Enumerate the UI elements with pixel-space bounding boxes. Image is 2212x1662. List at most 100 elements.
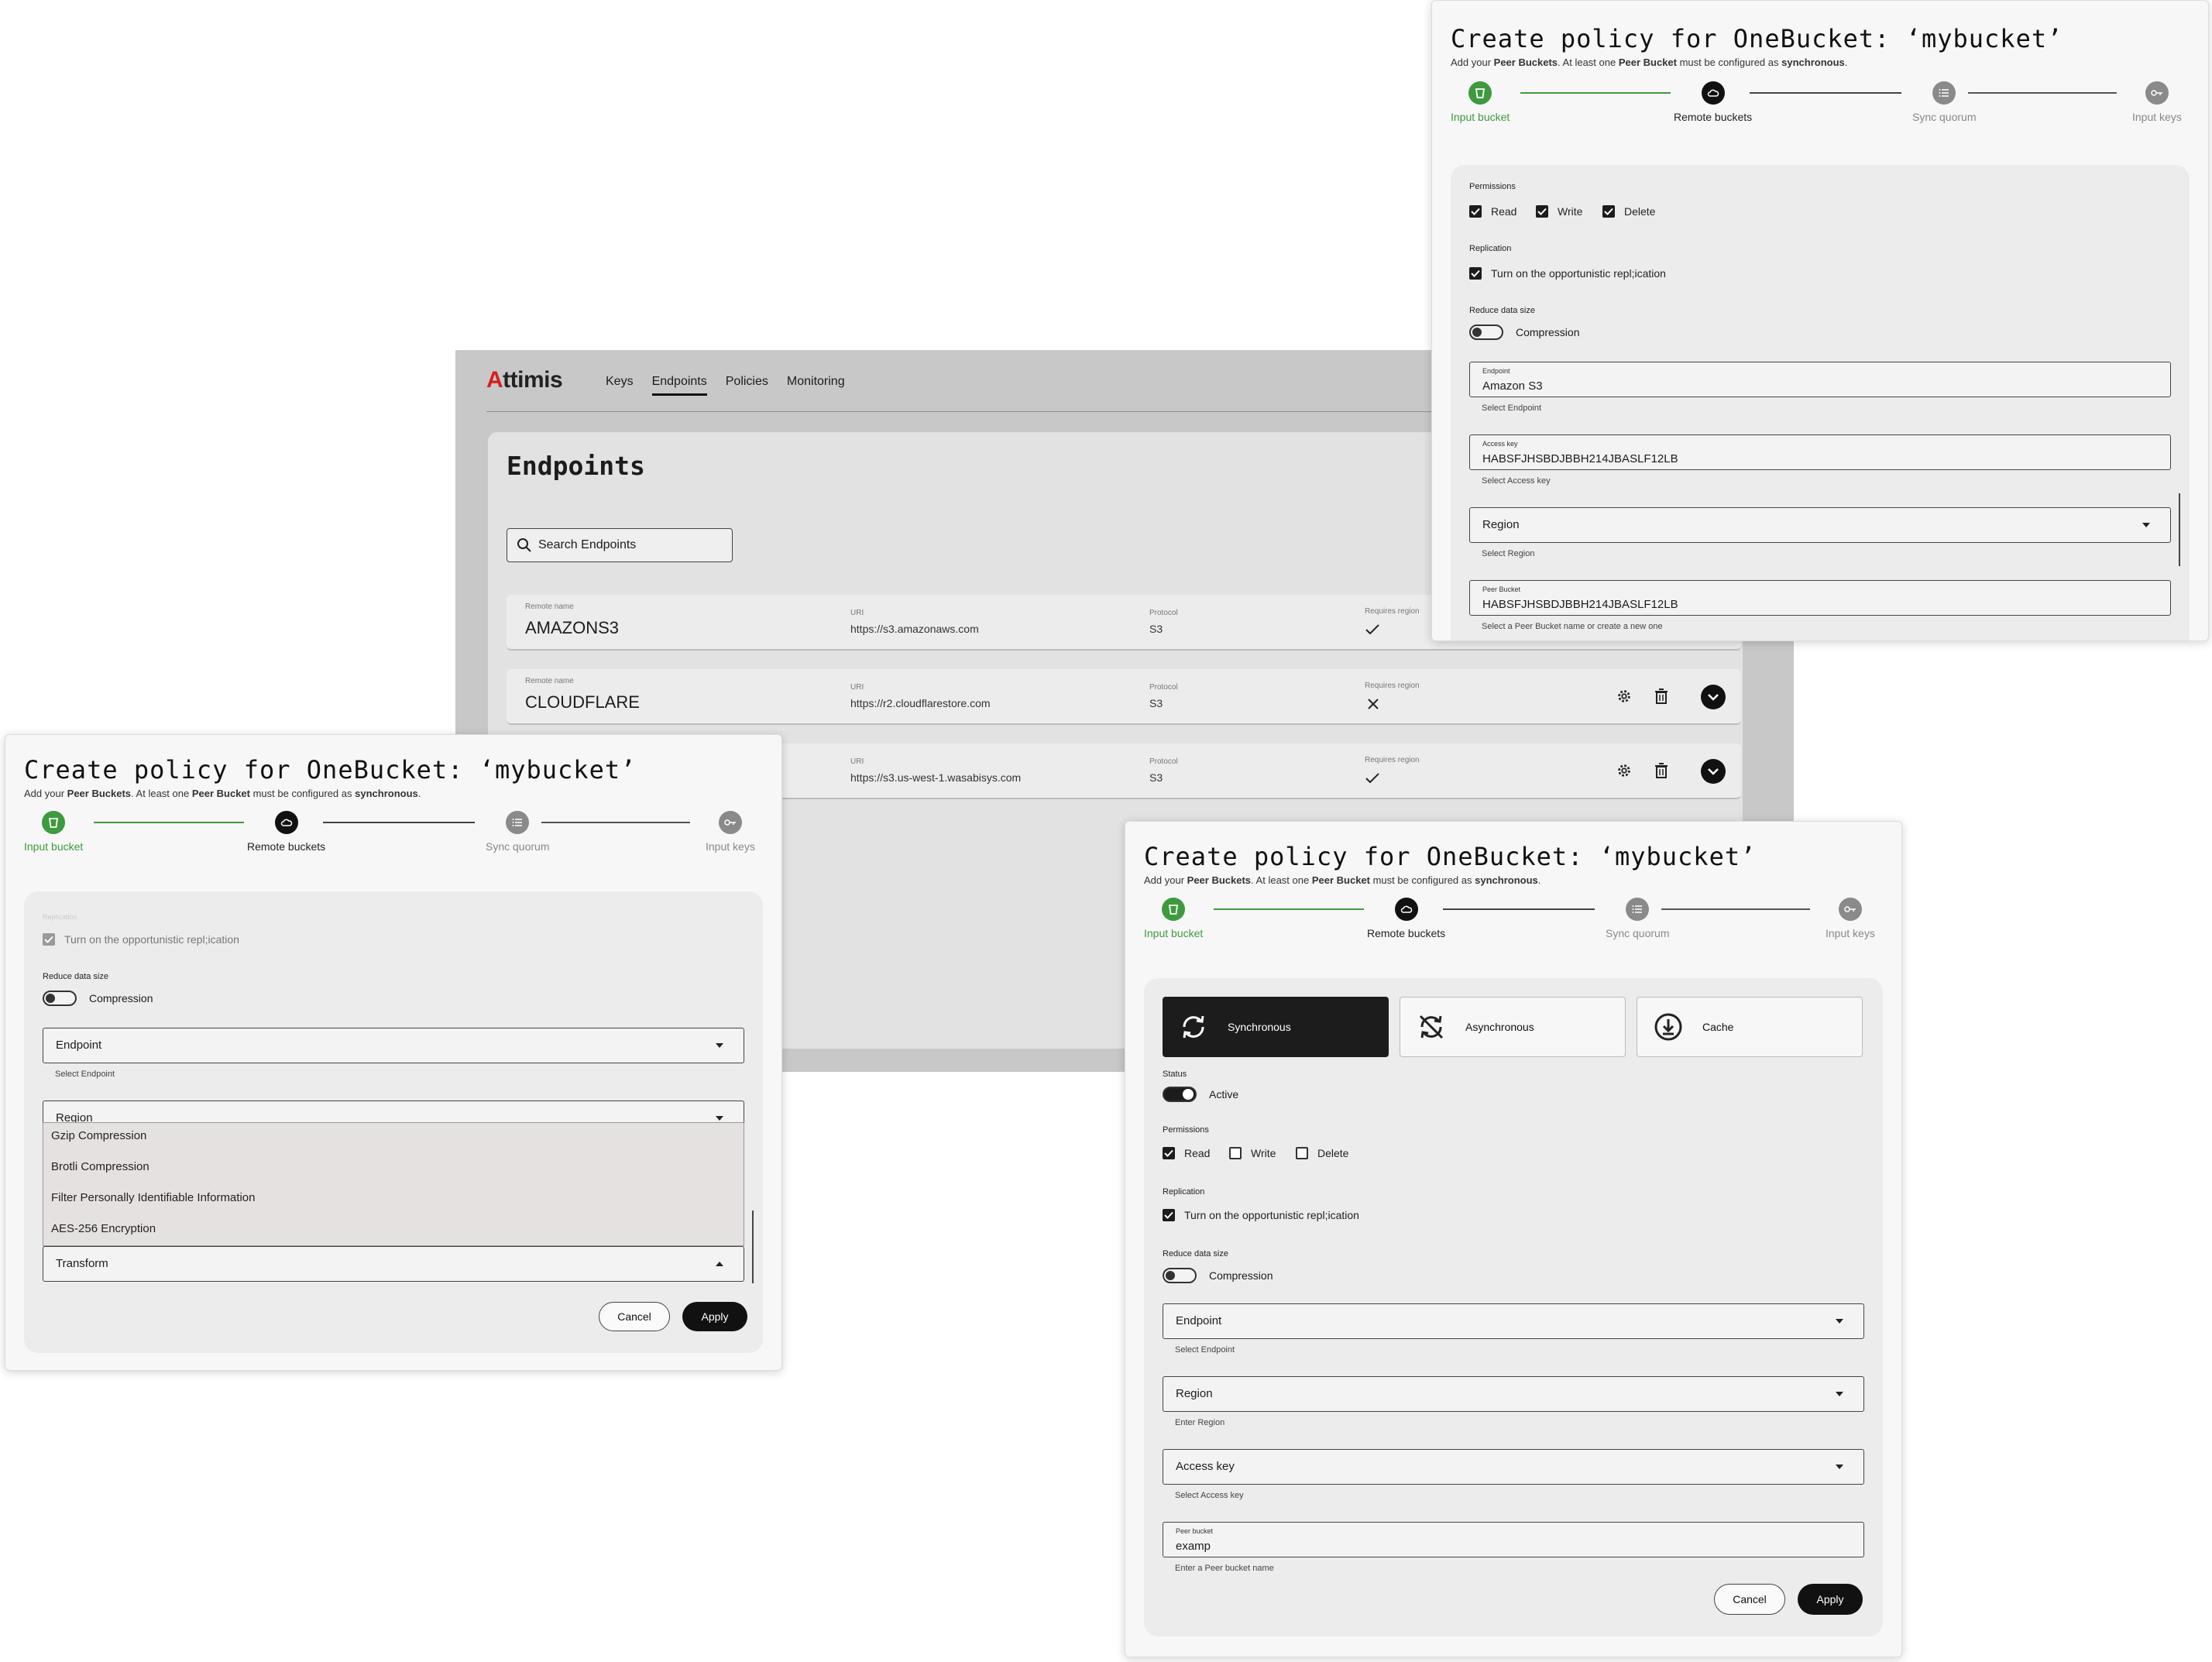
mode-cache[interactable]: Cache: [1637, 997, 1863, 1057]
read-checkbox[interactable]: Read: [1163, 1147, 1210, 1159]
step-remote-buckets[interactable]: Remote buckets: [1367, 898, 1445, 939]
step-remote-buckets[interactable]: Remote buckets: [1674, 81, 1752, 123]
step-connector: [541, 822, 690, 823]
endpoint-name: CLOUDFLARE: [525, 692, 640, 712]
download-icon: [1654, 1013, 1682, 1041]
step-sync-quorum[interactable]: Sync quorum: [1606, 898, 1669, 939]
replication-checkbox[interactable]: Turn on the opportunistic repl;ication: [1163, 1209, 1359, 1221]
endpoint-help: Select Endpoint: [55, 1070, 115, 1079]
transform-select[interactable]: Transform: [43, 1246, 744, 1282]
nav-keys[interactable]: Keys: [606, 375, 634, 396]
step-input-keys[interactable]: Input keys: [1826, 898, 1875, 939]
mode-synchronous[interactable]: Synchronous: [1163, 997, 1389, 1057]
bucket-icon: [1475, 88, 1486, 98]
step-input-bucket[interactable]: Input bucket: [1451, 81, 1510, 123]
step-sync-quorum[interactable]: Sync quorum: [486, 811, 549, 853]
permissions-label: Permissions: [1163, 1125, 1209, 1135]
cancel-button[interactable]: Cancel: [599, 1302, 670, 1331]
replication-label: Replication: [1469, 244, 1512, 253]
trash-icon[interactable]: [1653, 762, 1670, 779]
sync-disabled-icon: [1419, 1015, 1444, 1039]
compression-toggle[interactable]: Compression: [1163, 1268, 1273, 1283]
step-connector: [323, 822, 475, 823]
step-input-keys[interactable]: Input keys: [706, 811, 755, 853]
step-connector: [1214, 908, 1364, 910]
step-remote-buckets[interactable]: Remote buckets: [247, 811, 325, 853]
step-input-bucket[interactable]: Input bucket: [24, 811, 83, 853]
compression-toggle[interactable]: Compression: [1469, 325, 1579, 340]
top-nav: Keys Endpoints Policies Monitoring: [606, 375, 845, 396]
endpoint-select[interactable]: Endpoint: [43, 1028, 744, 1063]
reduce-label: Reduce data size: [1469, 306, 1535, 315]
write-checkbox[interactable]: Write: [1536, 205, 1582, 218]
nav-policies[interactable]: Policies: [726, 375, 768, 396]
region-select[interactable]: Region: [1469, 507, 2171, 543]
chevron-down-icon[interactable]: [1701, 759, 1726, 784]
transform-dropdown-menu: Gzip Compression Brotli Compression Filt…: [43, 1122, 744, 1246]
access-key-select[interactable]: Access key: [1163, 1449, 1864, 1485]
nav-monitoring[interactable]: Monitoring: [787, 375, 845, 396]
check-icon: [1365, 624, 1379, 635]
step-sync-quorum[interactable]: Sync quorum: [1912, 81, 1976, 123]
apply-button[interactable]: Apply: [1798, 1584, 1863, 1615]
nav-endpoints[interactable]: Endpoints: [651, 375, 707, 396]
replication-label: Replication: [1163, 1187, 1205, 1197]
col-label-uri: URI: [850, 609, 864, 617]
peer-bucket-field[interactable]: Peer Bucket HABSFJHSBDJBBH214JBASLF12LB: [1469, 580, 2171, 616]
step-input-keys[interactable]: Input keys: [2132, 81, 2182, 123]
table-row[interactable]: Remote name CLOUDFLARE URI https://r2.cl…: [507, 669, 1741, 725]
scrollbar[interactable]: [2179, 493, 2180, 566]
endpoint-select[interactable]: Endpoint: [1163, 1303, 1864, 1339]
access-key-help: Select Access key: [1482, 476, 1551, 486]
cloud-icon: [1707, 89, 1719, 97]
attimis-logo: Attimis: [486, 367, 563, 393]
col-label-protocol: Protocol: [1149, 683, 1178, 692]
create-policy-dialog-top: Create policy for OneBucket: ‘mybucket’ …: [1431, 0, 2209, 641]
endpoint-uri: https://s3.amazonaws.com: [850, 623, 979, 635]
stepper: Input bucket Remote buckets Sync quorum …: [1451, 81, 2186, 128]
permissions-label: Permissions: [1469, 182, 1516, 191]
x-icon: [1368, 699, 1379, 709]
search-icon: [517, 538, 531, 552]
col-label-requires-region: Requires region: [1365, 756, 1420, 764]
region-select[interactable]: Region: [1163, 1376, 1864, 1412]
cloud-icon: [1400, 905, 1412, 913]
menu-item-pii-filter[interactable]: Filter Personally Identifiable Informati…: [51, 1191, 255, 1204]
scrollbar[interactable]: [752, 1210, 754, 1283]
delete-checkbox[interactable]: Delete: [1602, 205, 1655, 218]
trash-icon[interactable]: [1653, 688, 1670, 705]
sync-icon: [1183, 1015, 1204, 1039]
peer-bucket-input[interactable]: Peer bucket examp: [1163, 1522, 1864, 1557]
replication-checkbox[interactable]: Turn on the opportunistic repl;ication: [43, 933, 239, 946]
endpoint-field[interactable]: Endpoint Amazon S3: [1469, 362, 2171, 397]
read-checkbox[interactable]: Read: [1469, 205, 1516, 218]
chevron-down-icon[interactable]: [1701, 685, 1726, 709]
menu-item-brotli[interactable]: Brotli Compression: [51, 1160, 149, 1173]
list-icon: [512, 819, 523, 826]
search-input[interactable]: Search Endpoints: [507, 528, 733, 562]
endpoint-protocol: S3: [1149, 771, 1163, 784]
gear-icon[interactable]: [1616, 762, 1633, 779]
status-toggle[interactable]: Active: [1163, 1087, 1238, 1102]
access-key-field[interactable]: Access key HABSFJHSBDJBBH214JBASLF12LB: [1469, 434, 2171, 470]
apply-button[interactable]: Apply: [682, 1302, 747, 1331]
compression-toggle[interactable]: Compression: [43, 991, 153, 1006]
delete-checkbox[interactable]: Delete: [1296, 1147, 1348, 1159]
cancel-button[interactable]: Cancel: [1714, 1584, 1785, 1615]
step-connector: [94, 822, 244, 823]
step-connector: [1443, 908, 1595, 910]
policy-form: Permissions Read Write Delete Replicatio…: [1451, 165, 2190, 640]
region-help: Enter Region: [1175, 1418, 1225, 1427]
step-input-bucket[interactable]: Input bucket: [1144, 898, 1203, 939]
page-title: Endpoints: [507, 451, 645, 481]
menu-item-gzip[interactable]: Gzip Compression: [51, 1129, 146, 1142]
mode-asynchronous[interactable]: Asynchronous: [1400, 997, 1626, 1057]
write-checkbox[interactable]: Write: [1229, 1147, 1276, 1159]
menu-item-aes-encryption[interactable]: AES-256 Encryption: [51, 1222, 156, 1235]
endpoint-protocol: S3: [1149, 697, 1163, 709]
gear-icon[interactable]: [1616, 688, 1633, 705]
cloud-icon: [280, 819, 292, 826]
replication-checkbox[interactable]: Turn on the opportunistic repl;ication: [1469, 267, 1666, 280]
key-icon: [724, 819, 736, 826]
col-label-remote-name: Remote name: [525, 603, 574, 611]
